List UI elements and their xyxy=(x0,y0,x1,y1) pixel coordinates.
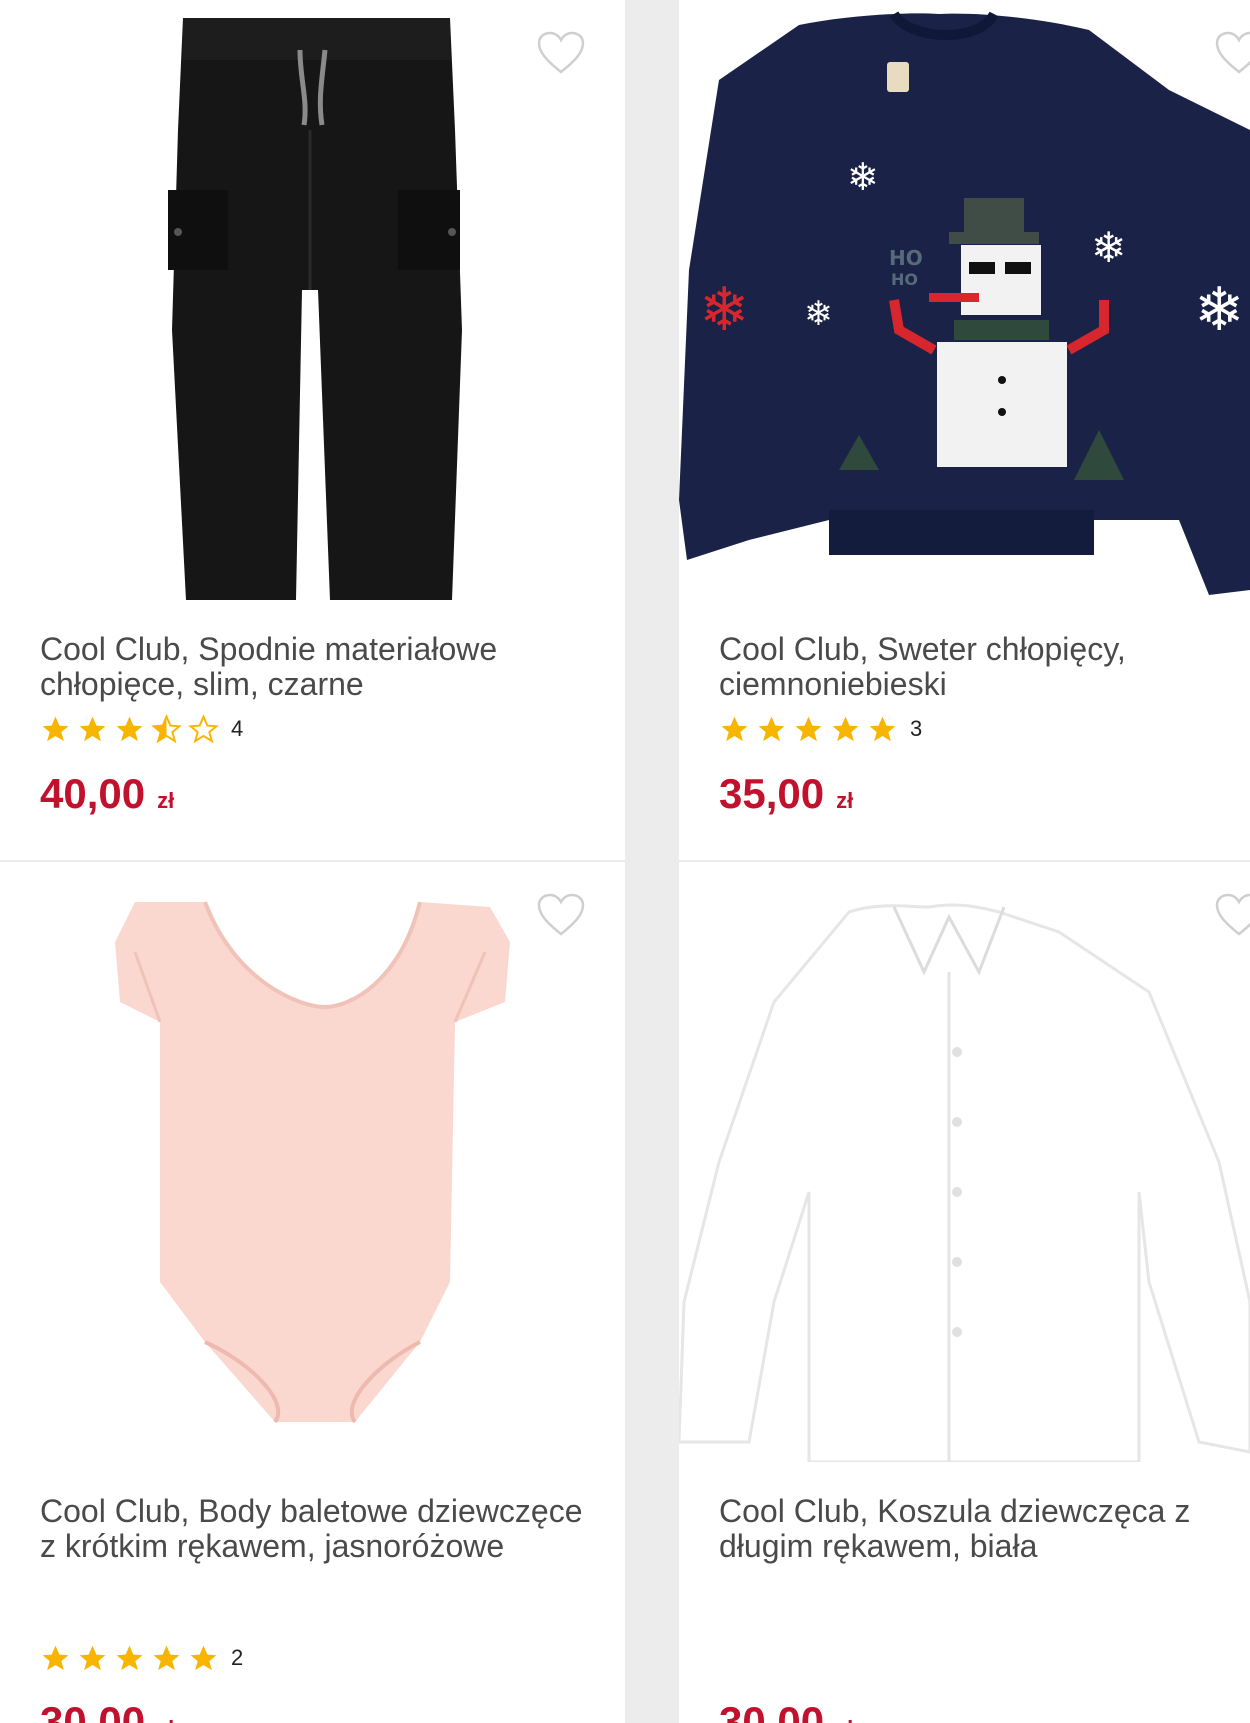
product-price: 35,00 zł xyxy=(719,770,853,818)
star-icon xyxy=(79,1645,106,1670)
svg-text:❄: ❄ xyxy=(1091,223,1126,272)
product-card[interactable]: ❄ ❄ ❄ ❄ ❄ HO HO Cool Club, Sweter chłopi… xyxy=(679,0,1250,860)
product-card[interactable]: Cool Club, Koszula dziewczęca z długim r… xyxy=(679,862,1250,1723)
review-count: 2 xyxy=(231,1645,244,1670)
svg-text:❄: ❄ xyxy=(699,275,749,345)
star-icon xyxy=(42,1645,69,1670)
star-icon xyxy=(721,716,748,741)
star-icon xyxy=(79,716,106,741)
star-empty-icon xyxy=(188,713,219,743)
rating-stars: 3 xyxy=(719,712,922,746)
product-image[interactable]: ❄ ❄ ❄ ❄ ❄ HO HO xyxy=(679,0,1250,615)
price-value: 35,00 xyxy=(719,770,825,817)
rating-stars: 4 xyxy=(40,712,243,746)
favorite-button[interactable] xyxy=(1214,30,1250,76)
svg-text:❄: ❄ xyxy=(804,294,833,334)
star-half-icon xyxy=(151,713,182,743)
product-title[interactable]: Cool Club, Sweter chłopięcy, ciemnoniebi… xyxy=(719,632,1250,702)
star-icon xyxy=(116,716,143,741)
heart-icon xyxy=(537,31,585,74)
product-price: 40,00 zł xyxy=(40,770,174,818)
svg-text:HO: HO xyxy=(891,270,918,289)
price-currency: zł xyxy=(836,1716,853,1723)
review-count: 3 xyxy=(910,716,923,741)
star-icon xyxy=(869,716,896,741)
star-icon xyxy=(190,1645,217,1670)
svg-text:❄: ❄ xyxy=(1194,275,1244,345)
svg-text:❄: ❄ xyxy=(847,155,879,199)
favorite-button[interactable] xyxy=(536,892,586,938)
price-value: 30,00 xyxy=(40,1698,146,1723)
price-currency: zł xyxy=(157,788,175,813)
price-currency: zł xyxy=(836,788,854,813)
price-currency: zł xyxy=(157,1716,174,1723)
product-image[interactable] xyxy=(0,0,625,615)
price-value: 30,00 xyxy=(719,1698,825,1723)
product-title[interactable]: Cool Club, Body baletowe dziewczęce z kr… xyxy=(40,1494,585,1564)
product-price: 30,00 zł xyxy=(719,1698,853,1723)
heart-icon xyxy=(537,893,585,936)
star-icon xyxy=(758,716,785,741)
product-title[interactable]: Cool Club, Spodnie materiałowe chłopięce… xyxy=(40,632,585,702)
product-image[interactable] xyxy=(0,862,625,1462)
star-icon xyxy=(153,1645,180,1670)
product-price: 30,00 zł xyxy=(40,1698,174,1723)
review-count: 4 xyxy=(231,716,244,741)
star-icon xyxy=(42,716,69,741)
product-card[interactable]: Cool Club, Spodnie materiałowe chłopięce… xyxy=(0,0,625,860)
favorite-button[interactable] xyxy=(536,30,586,76)
heart-icon xyxy=(1215,31,1250,74)
star-icon xyxy=(795,716,822,741)
product-image[interactable] xyxy=(679,862,1250,1462)
product-card[interactable]: Cool Club, Body baletowe dziewczęce z kr… xyxy=(0,862,625,1723)
product-title[interactable]: Cool Club, Koszula dziewczęca z długim r… xyxy=(719,1494,1250,1564)
star-icon xyxy=(832,716,859,741)
rating-stars: 2 xyxy=(40,1641,243,1675)
price-value: 40,00 xyxy=(40,770,146,817)
svg-text:HO: HO xyxy=(889,246,923,270)
favorite-button[interactable] xyxy=(1214,892,1250,938)
star-icon xyxy=(116,1645,143,1670)
heart-icon xyxy=(1215,893,1250,936)
